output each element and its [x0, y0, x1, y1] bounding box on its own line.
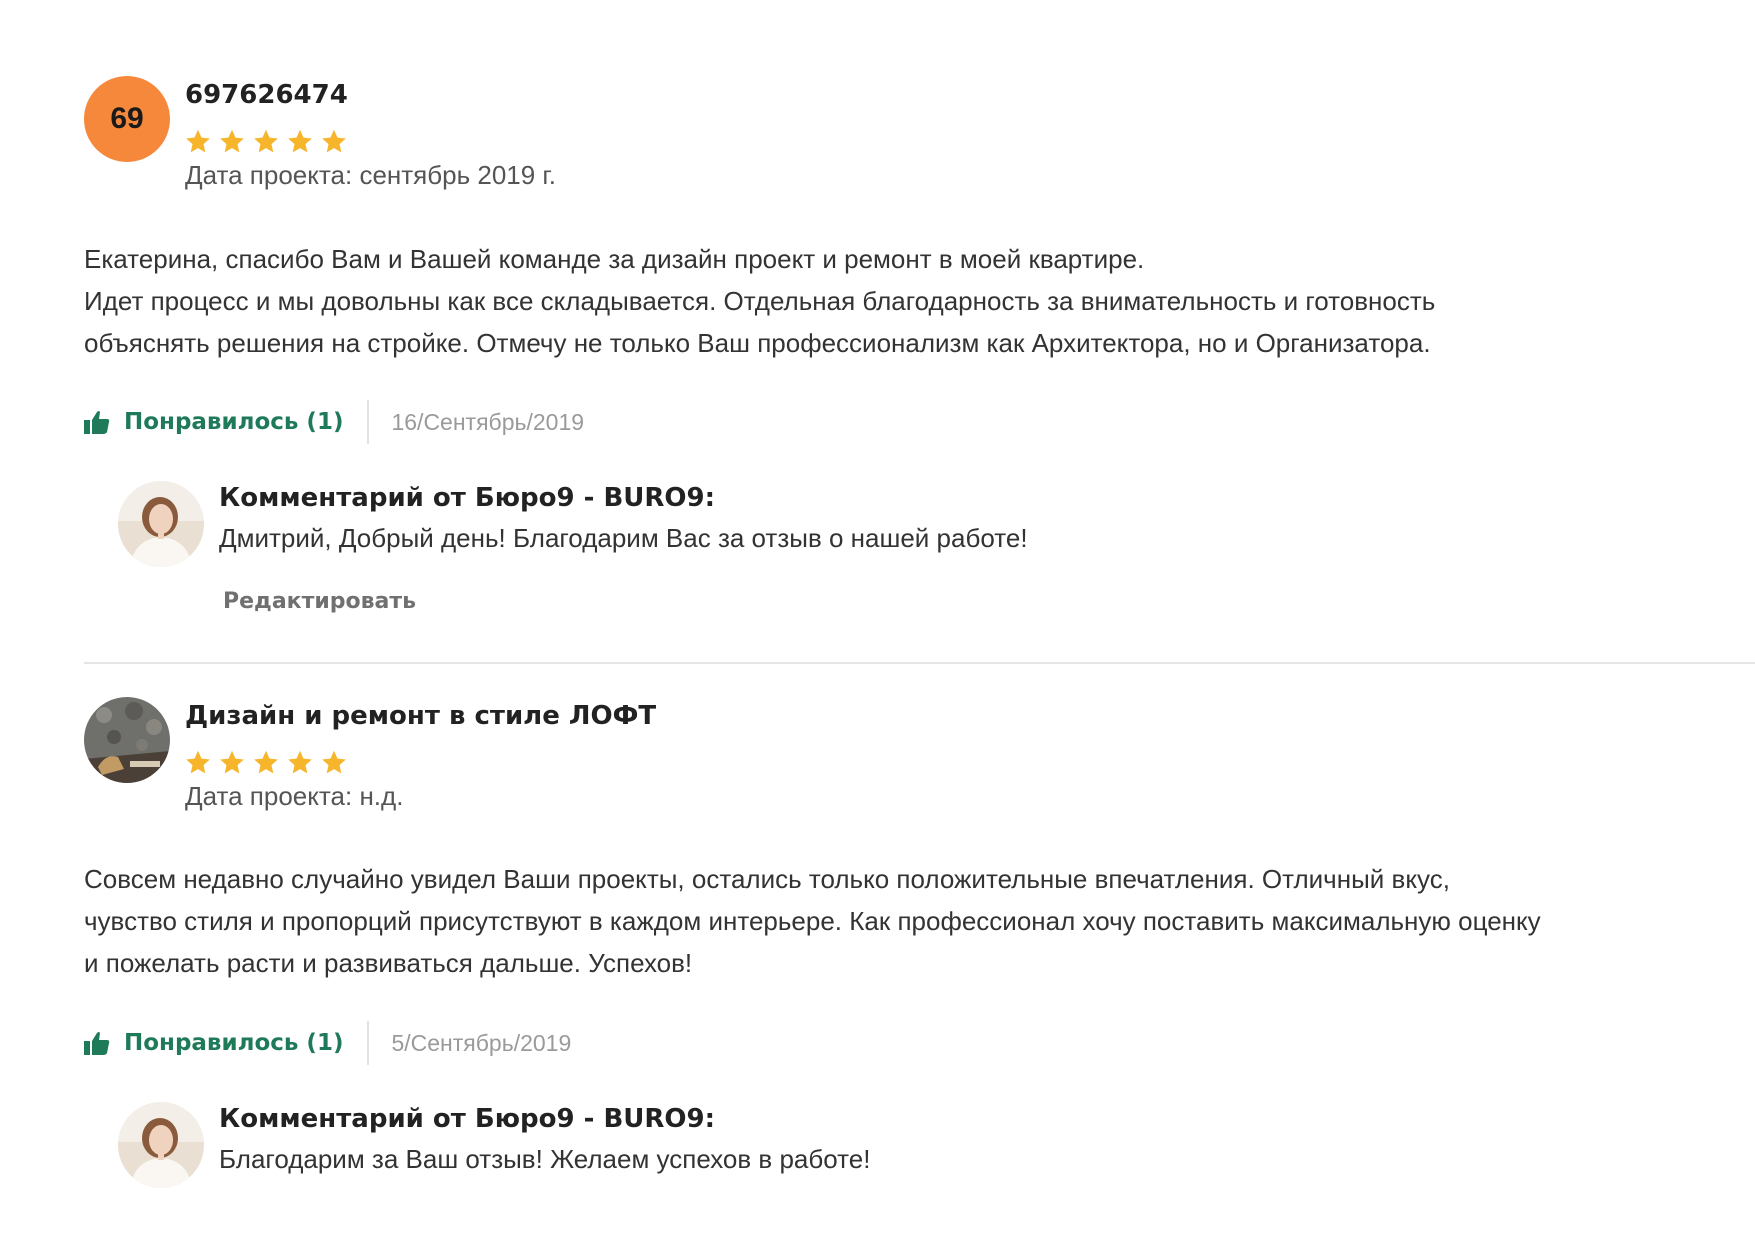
star-icon: [218, 749, 246, 776]
like-label: Понравилось (1): [124, 409, 344, 435]
comment-title: Комментарий от Бюро9 - BURO9:: [219, 1104, 716, 1134]
like-button[interactable]: Понравилось (1): [84, 1030, 343, 1056]
review-card: 69 697626474 Дата проекта: сентябрь 2019…: [84, 76, 1755, 614]
rating-stars: [184, 749, 348, 776]
project-date: Дата проекта: сентябрь 2019 г.: [185, 160, 556, 190]
star-icon: [184, 749, 212, 776]
review-separator: [84, 662, 1755, 664]
project-date: Дата проекта: н.д.: [185, 781, 404, 811]
star-icon: [286, 128, 314, 155]
thumbs-up-icon: [84, 410, 110, 434]
star-icon: [320, 128, 348, 155]
comment-title: Комментарий от Бюро9 - BURO9:: [219, 483, 716, 513]
review-header: Дизайн и ремонт в стиле ЛОФТ Дата проект…: [84, 697, 1755, 817]
review-meta: Понравилось (1) 5/Сентябрь/2019: [84, 1021, 571, 1065]
avatar-initials: 69: [110, 102, 144, 135]
edit-link[interactable]: Редактировать: [223, 589, 416, 614]
review-card: Дизайн и ремонт в стиле ЛОФТ Дата проект…: [84, 697, 1755, 1188]
comment-avatar: [118, 481, 204, 567]
star-icon: [320, 749, 348, 776]
review-date: 5/Сентябрь/2019: [391, 1029, 572, 1056]
meta-divider: [367, 1021, 370, 1065]
star-icon: [218, 128, 246, 155]
review-header: 69 697626474 Дата проекта: сентябрь 2019…: [84, 76, 1755, 196]
comment-text: Дмитрий, Добрый день! Благодарим Вас за …: [219, 523, 1028, 553]
star-icon: [184, 128, 212, 155]
review-author: Дизайн и ремонт в стиле ЛОФТ: [185, 701, 657, 731]
review-date: 16/Сентябрь/2019: [391, 408, 585, 435]
review-text: Екатерина, спасибо Вам и Вашей команде з…: [84, 244, 1436, 358]
comment-text: Благодарим за Ваш отзыв! Желаем успехов …: [219, 1144, 871, 1174]
review-text: Совсем недавно случайно увидел Ваши прое…: [84, 864, 1541, 978]
meta-divider: [367, 400, 370, 444]
avatar: 69: [84, 76, 170, 162]
avatar: [84, 697, 170, 783]
like-button[interactable]: Понравилось (1): [84, 409, 343, 435]
thumbs-up-icon: [84, 1031, 110, 1055]
star-icon: [252, 749, 280, 776]
rating-stars: [184, 128, 348, 155]
review-author: 697626474: [185, 80, 348, 110]
review-meta: Понравилось (1) 16/Сентябрь/2019: [84, 400, 584, 444]
star-icon: [252, 128, 280, 155]
like-label: Понравилось (1): [124, 1030, 344, 1056]
star-icon: [286, 749, 314, 776]
comment-avatar: [118, 1102, 204, 1188]
